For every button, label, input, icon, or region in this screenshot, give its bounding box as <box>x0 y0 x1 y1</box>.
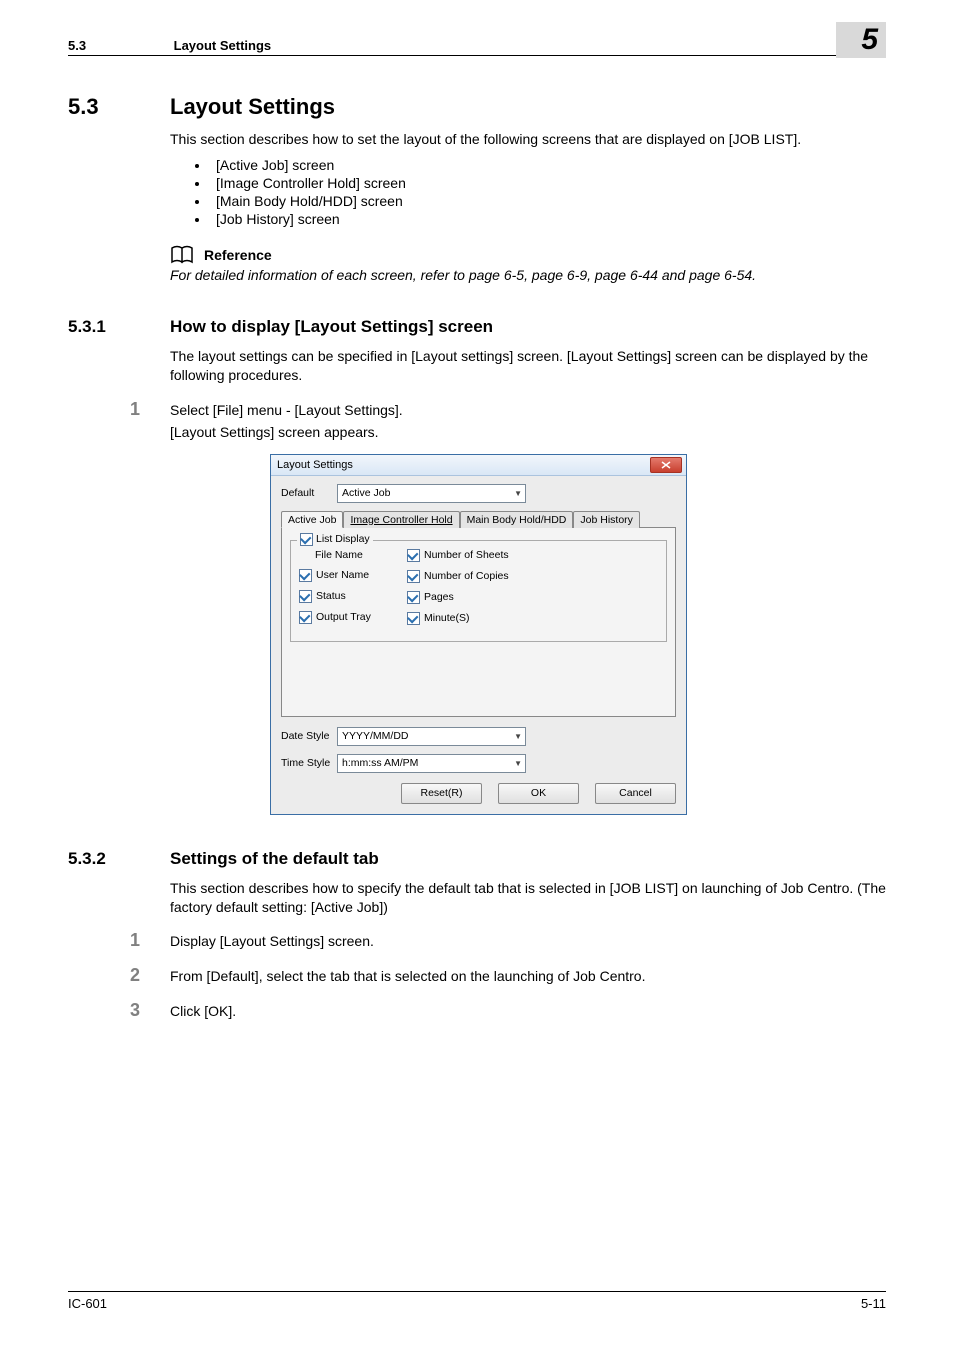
minutes-label: Minute(S) <box>424 612 470 624</box>
layout-settings-dialog-figure: Layout Settings Default Active Job ▼ <box>270 454 886 815</box>
minutes-row: Minute(S) <box>407 612 557 625</box>
default-combobox[interactable]: Active Job ▼ <box>337 484 526 503</box>
file-name-row: File Name <box>315 549 407 561</box>
step-subtext: [Layout Settings] screen appears. <box>170 424 886 440</box>
step-row: 2 From [Default], select the tab that is… <box>170 965 886 986</box>
section-5-3-1-intro: The layout settings can be specified in … <box>170 347 886 385</box>
section-5-3-2-intro: This section describes how to specify th… <box>170 879 886 917</box>
section-5-3-1-number: 5.3.1 <box>68 317 170 337</box>
tab-panel-active-job: List Display File Name User Name <box>281 528 676 717</box>
number-of-copies-row: Number of Copies <box>407 570 557 583</box>
file-name-label: File Name <box>315 549 363 561</box>
user-name-label: User Name <box>316 569 369 581</box>
footer-right: 5-11 <box>861 1296 886 1311</box>
chapter-number-box: 5 <box>836 22 886 58</box>
list-display-legend: List Display <box>297 533 373 546</box>
section-5-3-2-heading: 5.3.2 Settings of the default tab <box>68 849 886 869</box>
number-of-copies-checkbox[interactable] <box>407 570 420 583</box>
bullet-item: [Job History] screen <box>210 211 886 227</box>
pages-row: Pages <box>407 591 557 604</box>
bullet-item: [Main Body Hold/HDD] screen <box>210 193 886 209</box>
reference-label: Reference <box>204 247 272 263</box>
section-5-3-number: 5.3 <box>68 94 170 120</box>
time-style-label: Time Style <box>281 757 337 769</box>
date-style-label: Date Style <box>281 730 337 742</box>
time-style-combobox[interactable]: h:mm:ss AM/PM ▼ <box>337 754 526 773</box>
section-5-3-2-number: 5.3.2 <box>68 849 170 869</box>
page-footer: IC-601 5-11 <box>68 1291 886 1311</box>
default-combobox-value: Active Job <box>342 487 390 499</box>
section-5-3-title: Layout Settings <box>170 94 335 120</box>
step-text: Display [Layout Settings] screen. <box>170 933 886 949</box>
dialog-title: Layout Settings <box>277 459 353 471</box>
cancel-button[interactable]: Cancel <box>595 783 676 804</box>
tabstrip: Active Job Image Controller Hold Main Bo… <box>281 511 676 528</box>
tab-main-body-hold[interactable]: Main Body Hold/HDD <box>460 511 574 528</box>
step-number: 1 <box>130 930 170 951</box>
header-left: 5.3 Layout Settings <box>68 38 271 53</box>
number-of-sheets-row: Number of Sheets <box>407 549 557 562</box>
step-row: 1 Display [Layout Settings] screen. <box>170 930 886 951</box>
tab-image-controller-hold[interactable]: Image Controller Hold <box>343 511 459 528</box>
close-icon <box>661 461 671 469</box>
dialog-titlebar: Layout Settings <box>271 455 686 476</box>
chapter-number: 5 <box>861 23 878 56</box>
reference-text: For detailed information of each screen,… <box>170 267 886 283</box>
number-of-copies-label: Number of Copies <box>424 570 509 582</box>
bullet-item: [Image Controller Hold] screen <box>210 175 886 191</box>
list-display-fieldset: List Display File Name User Name <box>290 540 667 642</box>
step-number: 1 <box>130 399 170 420</box>
list-display-checkbox[interactable] <box>300 533 313 546</box>
section-5-3-bullets: [Active Job] screen [Image Controller Ho… <box>170 157 886 227</box>
pages-checkbox[interactable] <box>407 591 420 604</box>
reference-row: Reference <box>170 245 886 265</box>
section-5-3-1-title: How to display [Layout Settings] screen <box>170 317 493 337</box>
footer-left: IC-601 <box>68 1296 107 1311</box>
step-row: 3 Click [OK]. <box>170 1000 886 1021</box>
output-tray-row: Output Tray <box>299 611 407 624</box>
chevron-down-icon: ▼ <box>514 732 522 741</box>
close-button[interactable] <box>650 457 682 473</box>
date-style-value: YYYY/MM/DD <box>342 730 409 742</box>
section-5-3-heading: 5.3 Layout Settings <box>68 94 886 120</box>
step-text: Select [File] menu - [Layout Settings]. <box>170 402 886 418</box>
number-of-sheets-label: Number of Sheets <box>424 549 509 561</box>
number-of-sheets-checkbox[interactable] <box>407 549 420 562</box>
default-label: Default <box>281 487 337 499</box>
tab-job-history[interactable]: Job History <box>573 511 640 528</box>
time-style-value: h:mm:ss AM/PM <box>342 757 418 769</box>
section-5-3-2-title: Settings of the default tab <box>170 849 379 869</box>
reset-button[interactable]: Reset(R) <box>401 783 482 804</box>
list-display-legend-text: List Display <box>316 533 370 545</box>
chevron-down-icon: ▼ <box>514 489 522 498</box>
step-number: 2 <box>130 965 170 986</box>
ok-button[interactable]: OK <box>498 783 579 804</box>
chevron-down-icon: ▼ <box>514 759 522 768</box>
output-tray-label: Output Tray <box>316 611 371 623</box>
status-label: Status <box>316 590 346 602</box>
status-checkbox[interactable] <box>299 590 312 603</box>
step-row: 1 Select [File] menu - [Layout Settings]… <box>170 399 886 440</box>
user-name-row: User Name <box>299 569 407 582</box>
dialog-body: Default Active Job ▼ Active Job Image Co… <box>271 476 686 814</box>
user-name-checkbox[interactable] <box>299 569 312 582</box>
tab-active-job[interactable]: Active Job <box>281 511 343 528</box>
status-row: Status <box>299 590 407 603</box>
header-section-label: Layout Settings <box>174 38 272 53</box>
running-header: 5.3 Layout Settings <box>68 38 886 56</box>
step-text: From [Default], select the tab that is s… <box>170 968 886 984</box>
bullet-item: [Active Job] screen <box>210 157 886 173</box>
header-section-number: 5.3 <box>68 38 170 53</box>
dialog-buttons: Reset(R) OK Cancel <box>281 783 676 804</box>
pages-label: Pages <box>424 591 454 603</box>
reference-icon <box>170 245 196 265</box>
layout-settings-dialog: Layout Settings Default Active Job ▼ <box>270 454 687 815</box>
output-tray-checkbox[interactable] <box>299 611 312 624</box>
date-style-combobox[interactable]: YYYY/MM/DD ▼ <box>337 727 526 746</box>
step-text: Click [OK]. <box>170 1003 886 1019</box>
step-number: 3 <box>130 1000 170 1021</box>
minutes-checkbox[interactable] <box>407 612 420 625</box>
section-5-3-1-heading: 5.3.1 How to display [Layout Settings] s… <box>68 317 886 337</box>
section-5-3-intro: This section describes how to set the la… <box>170 130 886 149</box>
